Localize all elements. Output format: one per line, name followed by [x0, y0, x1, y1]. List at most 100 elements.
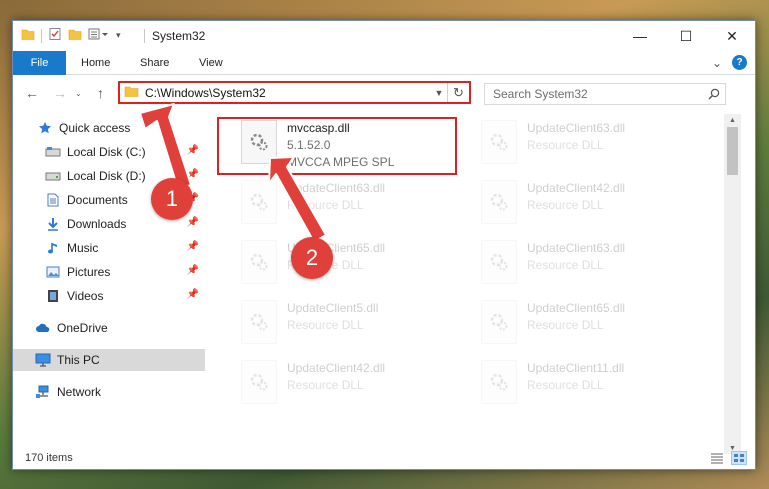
- pin-icon[interactable]: 📌: [187, 145, 199, 156]
- sidebar-item-label: This PC: [57, 353, 100, 367]
- sidebar-item-label: Network: [57, 385, 102, 399]
- view-switcher: [709, 451, 747, 465]
- file-name: UpdateClient5.dll: [287, 301, 379, 315]
- pin-icon[interactable]: 📌: [187, 265, 199, 276]
- file-type: Resource DLL: [287, 378, 364, 392]
- list-item[interactable]: UpdateClient63.dll Resource DLL: [473, 236, 693, 292]
- sidebar-item-label: Downloads: [67, 217, 127, 231]
- item-count: 170 items: [25, 452, 73, 464]
- list-item[interactable]: UpdateClient42.dll Resource DLL: [233, 356, 453, 412]
- sidebar-item-label: Documents: [67, 193, 128, 207]
- tab-share[interactable]: Share: [140, 51, 169, 75]
- scroll-up-icon[interactable]: ▲: [724, 114, 741, 126]
- sidebar-item-videos[interactable]: Videos 📌: [13, 285, 205, 307]
- list-item[interactable]: UpdateClient5.dll Resource DLL: [233, 296, 453, 352]
- step-badge-2: 2: [291, 237, 333, 279]
- list-item[interactable]: UpdateClient65.dllResource DLL: [233, 236, 453, 292]
- tab-file[interactable]: File: [13, 51, 66, 75]
- file-type: Resource DLL: [287, 318, 364, 332]
- tiles-view-icon[interactable]: [731, 451, 747, 465]
- downloads-icon: [45, 216, 61, 232]
- recent-locations-icon[interactable]: ⌄: [75, 89, 82, 98]
- pin-icon[interactable]: 📌: [187, 289, 199, 300]
- minimize-button[interactable]: —: [617, 21, 663, 51]
- ribbon-controls: ⌄ ?: [712, 55, 747, 70]
- dll-file-icon: [481, 180, 517, 224]
- up-arrow-icon[interactable]: ↑: [97, 85, 104, 101]
- expand-ribbon-icon[interactable]: ⌄: [712, 56, 722, 70]
- videos-icon: [45, 288, 61, 304]
- customize-icon[interactable]: [88, 27, 110, 44]
- sidebar-item-pictures[interactable]: Pictures 📌: [13, 261, 205, 283]
- sidebar-item-onedrive[interactable]: OneDrive: [13, 317, 205, 339]
- ribbon-tabs: File Home Share View ⌄ ?: [13, 51, 755, 75]
- search-icon[interactable]: [703, 88, 725, 100]
- file-name: UpdateClient63.dll: [527, 241, 626, 255]
- help-icon[interactable]: ?: [732, 55, 747, 70]
- file-type: Resource DLL: [527, 378, 604, 392]
- sidebar-item-label: Local Disk (D:): [67, 169, 146, 183]
- caption-buttons: — ☐ ✕: [617, 21, 755, 51]
- forward-arrow-icon[interactable]: →: [53, 85, 67, 101]
- dll-file-icon: [241, 240, 277, 284]
- file-type: Resource DLL: [527, 138, 604, 152]
- file-name: UpdateClient42.dll: [527, 181, 626, 195]
- sidebar-item-quick-access[interactable]: Quick access: [13, 117, 205, 139]
- pin-icon[interactable]: 📌: [187, 241, 199, 252]
- list-item[interactable]: UpdateClient11.dll Resource DLL: [473, 356, 693, 412]
- list-item[interactable]: UpdateClient63.dll Resource DLL: [473, 116, 693, 172]
- file-name: UpdateClient63.dll: [527, 121, 626, 135]
- details-view-icon[interactable]: [709, 451, 725, 465]
- pictures-icon: [45, 264, 61, 280]
- pin-icon[interactable]: 📌: [187, 217, 199, 228]
- file-type: Resource DLL: [527, 198, 604, 212]
- dll-file-icon: [481, 120, 517, 164]
- list-item[interactable]: UpdateClient42.dll Resource DLL: [473, 176, 693, 232]
- sidebar-item-this-pc[interactable]: This PC: [13, 349, 205, 371]
- properties-icon[interactable]: [48, 27, 62, 44]
- chevron-down-icon[interactable]: ▾: [116, 30, 121, 41]
- dll-file-icon: [481, 240, 517, 284]
- dll-file-icon: [481, 360, 517, 404]
- dll-file-icon: [241, 300, 277, 344]
- file-type: Resource DLL: [287, 198, 364, 212]
- drive-icon: [45, 168, 61, 184]
- search-box[interactable]: [484, 83, 726, 105]
- chevron-down-icon[interactable]: ▼: [431, 88, 447, 98]
- sidebar-item-network[interactable]: Network: [13, 381, 205, 403]
- navigation-bar: ← → ⌄ ↑ C:\Windows\System32 ▼ ↻: [13, 76, 755, 111]
- explorer-window: ▾ System32 — ☐ ✕ File Home Share View ⌄ …: [12, 20, 756, 470]
- step-badge-1: 1: [151, 178, 193, 220]
- window-title: System32: [152, 29, 206, 43]
- pin-icon[interactable]: 📌: [187, 169, 199, 180]
- sidebar-item-music[interactable]: Music 📌: [13, 237, 205, 259]
- file-name: UpdateClient65.dll: [527, 301, 626, 315]
- address-path[interactable]: C:\Windows\System32: [145, 86, 431, 100]
- back-arrow-icon[interactable]: ←: [25, 85, 39, 101]
- music-icon: [45, 240, 61, 256]
- dll-file-icon: [481, 300, 517, 344]
- sidebar-item-label: Music: [67, 241, 99, 255]
- vertical-scrollbar[interactable]: ▲ ▼: [724, 114, 741, 454]
- refresh-icon[interactable]: ↻: [447, 83, 469, 102]
- quick-access-toolbar: ▾: [21, 27, 121, 44]
- drive-icon: [45, 144, 61, 160]
- title-bar: ▾ System32 — ☐ ✕: [13, 21, 755, 51]
- folder-icon: [124, 84, 139, 101]
- tab-home[interactable]: Home: [81, 51, 110, 75]
- tab-view[interactable]: View: [199, 51, 223, 75]
- file-type: Resource DLL: [527, 318, 604, 332]
- cloud-icon: [35, 320, 51, 336]
- address-bar[interactable]: C:\Windows\System32 ▼ ↻: [118, 81, 471, 104]
- maximize-button[interactable]: ☐: [663, 21, 709, 51]
- scrollbar-thumb[interactable]: [727, 127, 738, 175]
- network-icon: [35, 384, 51, 400]
- dll-file-icon: [241, 180, 277, 224]
- search-input[interactable]: [485, 87, 703, 101]
- list-item[interactable]: UpdateClient63.dll Resource DLL: [233, 176, 453, 232]
- list-item[interactable]: UpdateClient65.dll Resource DLL: [473, 296, 693, 352]
- close-button[interactable]: ✕: [709, 21, 755, 51]
- star-icon: [37, 120, 53, 136]
- new-folder-icon[interactable]: [68, 27, 82, 44]
- sidebar-item-local-disk-c[interactable]: Local Disk (C:) 📌: [13, 141, 205, 163]
